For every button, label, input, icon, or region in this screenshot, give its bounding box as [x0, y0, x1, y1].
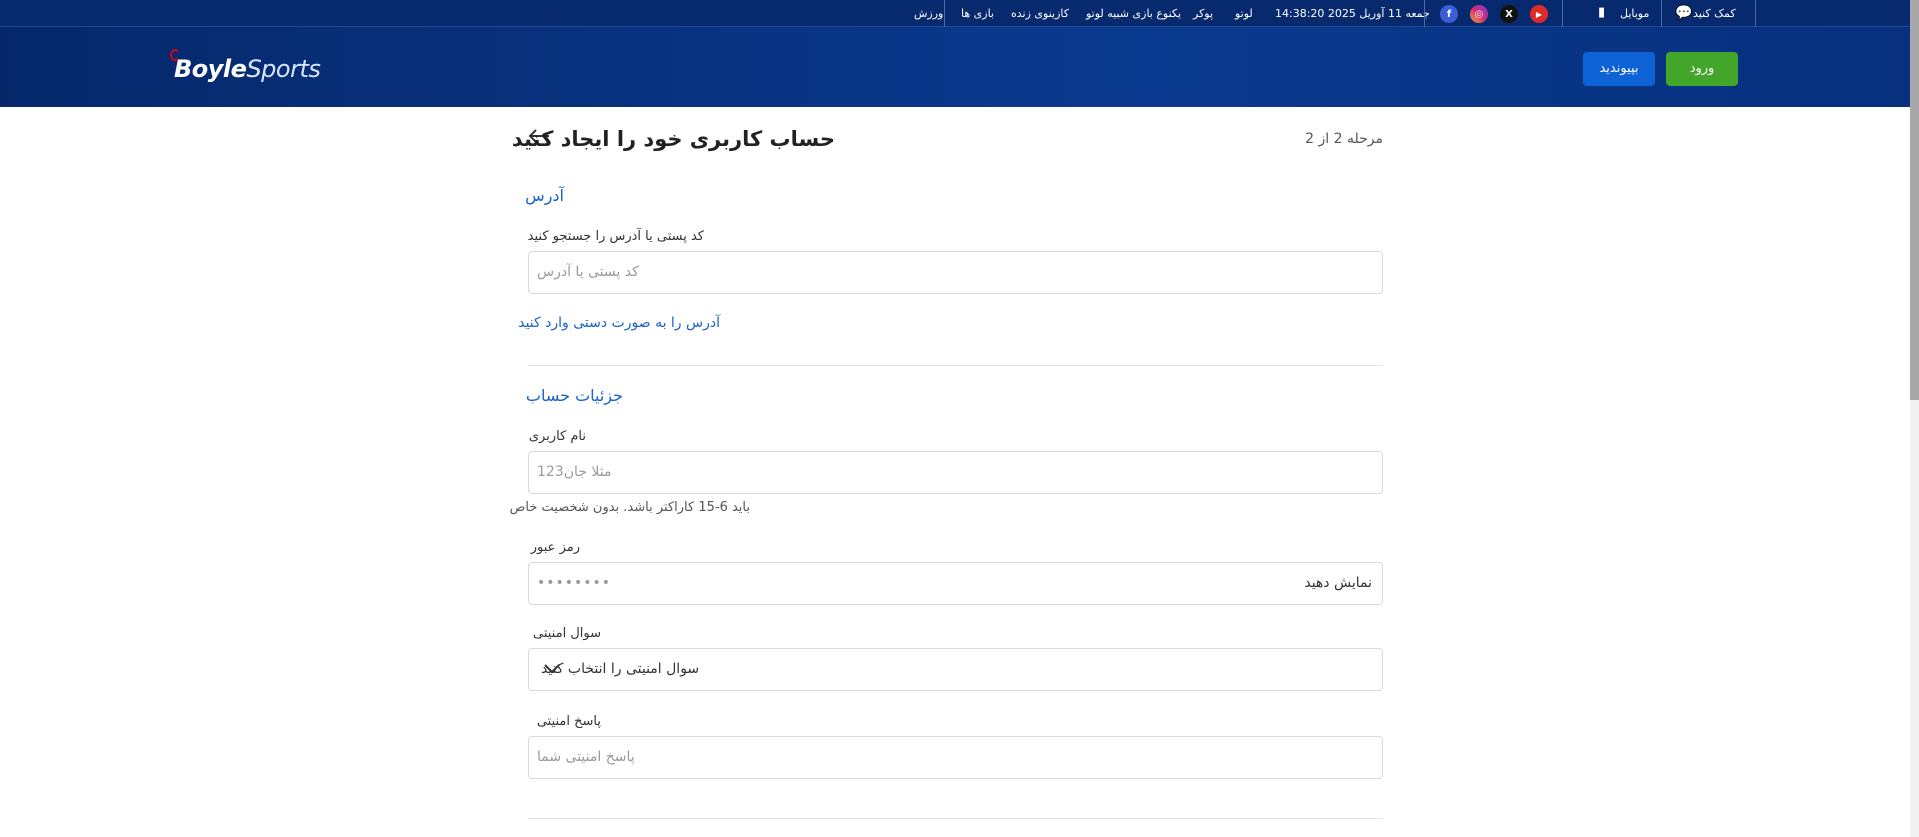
- nav-poker[interactable]: پوکر: [1193, 0, 1213, 27]
- section-divider: [528, 365, 1383, 366]
- divider: [1562, 0, 1563, 27]
- mobile-link[interactable]: موبایل: [1620, 0, 1649, 27]
- top-utility-bar: ورزش بازی ها کازینوی زنده یکنوع بازی شبی…: [0, 0, 1910, 27]
- postcode-placeholder: کد پستی یا آدرس: [537, 264, 639, 280]
- security-answer-placeholder: پاسخ امنیتی شما: [537, 749, 635, 765]
- username-label: نام کاربری: [528, 429, 586, 444]
- security-question-value: سوال امنیتی را انتخاب کنید: [541, 661, 700, 677]
- nav-live-casino[interactable]: کازینوی زنده: [1011, 0, 1069, 27]
- login-button[interactable]: ورود: [1666, 52, 1738, 86]
- chevron-down-icon: [540, 658, 562, 680]
- username-placeholder: مثلا جان123: [537, 464, 612, 480]
- postcode-label: کد پستی یا آدرس را جستجو کنید: [527, 229, 704, 244]
- section-divider: [528, 818, 1383, 819]
- account-section-title: جزئیات حساب: [525, 386, 623, 405]
- manual-address-link[interactable]: آدرس را به صورت دستی وارد کنید: [518, 315, 720, 331]
- show-password-toggle[interactable]: نمایش دهید: [1304, 575, 1372, 591]
- chat-icon[interactable]: 💬: [1675, 5, 1692, 21]
- security-answer-input[interactable]: پاسخ امنیتی شما: [528, 736, 1383, 779]
- help-link[interactable]: کمک کنید: [1693, 0, 1736, 27]
- youtube-icon[interactable]: ▶: [1530, 5, 1548, 23]
- postcode-search-input[interactable]: کد پستی یا آدرس: [528, 251, 1383, 294]
- username-input[interactable]: مثلا جان123: [528, 451, 1383, 494]
- page-title: حساب کاربری خود را ایجاد کنید: [511, 127, 835, 151]
- android-icon[interactable]: ▮: [1598, 5, 1605, 20]
- security-question-select[interactable]: سوال امنیتی را انتخاب کنید: [528, 648, 1383, 691]
- boylesports-logo[interactable]: BoyleSports: [170, 49, 321, 83]
- username-hint: باید 6-15 کاراکتر باشد. بدون شخصیت خاص: [509, 500, 750, 515]
- address-section-title: آدرس: [525, 186, 564, 205]
- datetime-display: جمعه 11 آوریل 2025 14:38:20: [1275, 7, 1430, 20]
- password-placeholder: ••••••••: [537, 575, 612, 591]
- password-label: رمز عبور: [530, 540, 580, 555]
- divider: [1755, 0, 1756, 27]
- nav-bingo[interactable]: یکنوع بازی شبیه لوتو: [1086, 0, 1181, 27]
- main-header: BoyleSports بپیوندید ورود: [0, 27, 1910, 107]
- password-input[interactable]: •••••••• نمایش دهید: [528, 562, 1383, 605]
- nav-lotto[interactable]: لوتو: [1235, 0, 1253, 27]
- join-button[interactable]: بپیوندید: [1583, 52, 1655, 86]
- x-icon[interactable]: X: [1500, 5, 1518, 23]
- divider: [1424, 0, 1425, 27]
- nav-sports[interactable]: ورزش: [914, 0, 943, 27]
- instagram-icon[interactable]: ◎: [1470, 5, 1488, 23]
- security-question-label: سوال امنیتی: [533, 626, 601, 641]
- divider: [1661, 0, 1662, 27]
- step-indicator: مرحله 2 از 2: [1305, 131, 1383, 147]
- facebook-icon[interactable]: f: [1440, 5, 1458, 23]
- scrollbar-thumb[interactable]: [1910, 0, 1919, 400]
- security-answer-label: پاسخ امنیتی: [536, 714, 601, 729]
- logo-mark: [170, 49, 180, 61]
- nav-games[interactable]: بازی ها: [961, 0, 994, 27]
- divider: [944, 0, 945, 27]
